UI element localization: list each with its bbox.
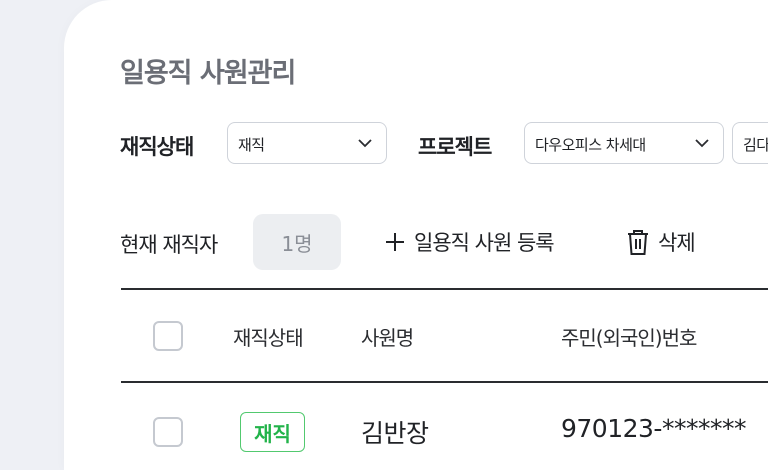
chevron-down-icon <box>695 139 709 148</box>
trash-icon <box>628 230 648 255</box>
chevron-down-icon <box>358 139 372 148</box>
project-select-value: 다우오피스 차세대 <box>535 136 646 154</box>
employment-status-select-value: 재직 <box>238 136 265 154</box>
select-all-checkbox[interactable] <box>153 321 183 351</box>
page-title: 일용직 사원관리 <box>120 58 296 89</box>
current-employees-label: 현재 재직자 <box>120 233 218 257</box>
row-checkbox[interactable] <box>153 417 183 447</box>
project-filter-label: 프로젝트 <box>418 135 492 159</box>
delete-button[interactable]: 삭제 <box>626 214 696 270</box>
column-header-id-number[interactable]: 주민(외국인)번호 <box>561 322 697 351</box>
employment-status-select[interactable]: 재직 <box>227 122 387 164</box>
employee-search-select-value: 김다 <box>743 136 768 154</box>
plus-icon <box>386 233 404 251</box>
table-header-divider <box>121 381 768 383</box>
add-daily-worker-button[interactable]: 일용직 사원 등록 <box>384 214 555 270</box>
project-select[interactable]: 다우오피스 차세대 <box>524 122 724 164</box>
employee-search-select[interactable]: 김다 <box>732 122 768 164</box>
table-top-divider <box>121 288 768 290</box>
column-header-name[interactable]: 사원명 <box>361 322 414 351</box>
employee-name-cell[interactable]: 김반장 <box>361 414 429 450</box>
status-badge: 재직 <box>240 412 305 452</box>
delete-label: 삭제 <box>658 231 696 255</box>
column-header-status[interactable]: 재직상태 <box>233 322 304 351</box>
current-employees-count-badge: 1명 <box>253 214 341 270</box>
id-number-cell: 970123-******* <box>561 414 746 443</box>
add-daily-worker-label: 일용직 사원 등록 <box>414 231 555 255</box>
employment-status-filter-label: 재직상태 <box>120 135 194 159</box>
